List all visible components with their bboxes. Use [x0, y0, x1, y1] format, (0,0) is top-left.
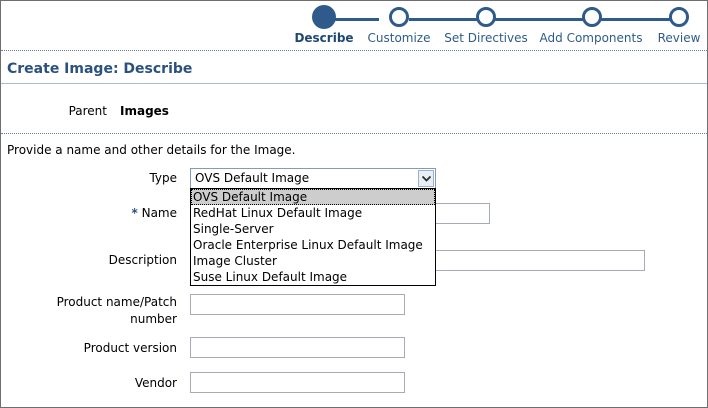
train-label-add-components[interactable]: Add Components	[540, 31, 643, 45]
parent-label: Parent	[68, 104, 107, 118]
type-option[interactable]: Image Cluster	[191, 253, 435, 269]
type-option[interactable]: OVS Default Image	[191, 189, 435, 205]
product-label-line2: number	[130, 312, 177, 326]
product-version-input[interactable]	[190, 337, 405, 358]
type-label: Type	[149, 171, 177, 185]
select-arrow-button[interactable]	[418, 170, 434, 187]
type-option[interactable]: Suse Linux Default Image	[191, 269, 435, 285]
product-version-label: Product version	[83, 341, 177, 355]
type-dropdown-list: OVS Default Image RedHat Linux Default I…	[190, 188, 436, 286]
divider	[1, 133, 707, 134]
type-option[interactable]: Oracle Enterprise Linux Default Image	[191, 237, 435, 253]
divider	[1, 50, 707, 51]
train-label-set-directives[interactable]: Set Directives	[444, 31, 528, 45]
required-mark: *	[131, 206, 138, 220]
page-title: Create Image: Describe	[7, 61, 193, 77]
train-label-review[interactable]: Review	[658, 31, 701, 45]
train-stop-add-components[interactable]	[582, 7, 602, 27]
train-connector	[601, 18, 671, 21]
train-stop-review[interactable]	[669, 7, 689, 27]
train-connector	[494, 18, 584, 21]
type-select-value: OVS Default Image	[195, 171, 310, 185]
wizard-train: Describe Customize Set Directives Add Co…	[1, 1, 707, 49]
name-label-wrap: * Name	[91, 206, 177, 220]
product-name-input[interactable]	[190, 294, 405, 315]
header-rule	[1, 83, 707, 84]
product-name-label: Product name/Patch number	[31, 294, 177, 328]
type-option[interactable]: RedHat Linux Default Image	[191, 205, 435, 221]
train-label-describe[interactable]: Describe	[294, 31, 353, 45]
train-stop-set-directives[interactable]	[476, 7, 496, 27]
vendor-label: Vendor	[134, 376, 177, 390]
vendor-input[interactable]	[190, 372, 405, 393]
type-select[interactable]: OVS Default Image	[190, 168, 436, 189]
train-connector	[409, 18, 479, 21]
name-label: Name	[141, 206, 177, 220]
description-label: Description	[108, 253, 177, 267]
product-label-line1: Product name/Patch	[56, 295, 177, 309]
train-stop-describe[interactable]	[312, 5, 336, 29]
train-label-customize[interactable]: Customize	[368, 31, 431, 45]
create-image-panel: Describe Customize Set Directives Add Co…	[0, 0, 708, 408]
chevron-down-icon	[421, 175, 431, 182]
intro-text: Provide a name and other details for the…	[7, 143, 296, 157]
type-option[interactable]: Single-Server	[191, 221, 435, 237]
train-stop-customize[interactable]	[389, 7, 409, 27]
parent-value: Images	[120, 104, 169, 118]
